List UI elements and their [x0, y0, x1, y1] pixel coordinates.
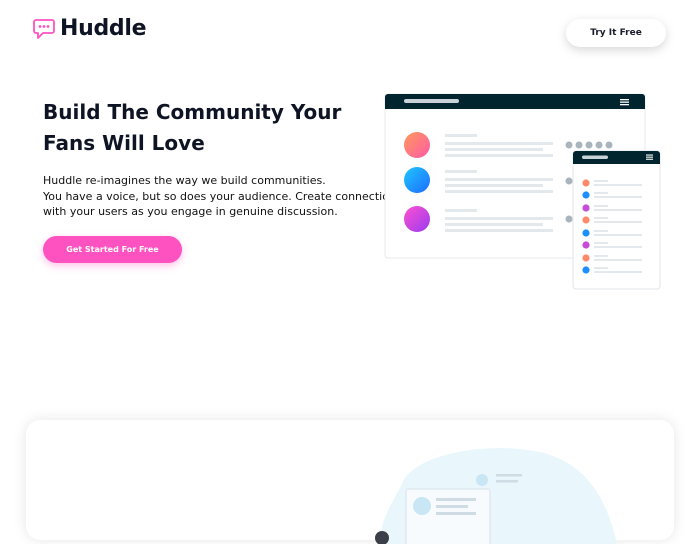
hero-description-line: with your users as you engage in genuine…: [43, 205, 338, 218]
hero-description: Huddle re-imagines the way we build comm…: [43, 173, 402, 220]
feature-illustration: [375, 448, 617, 544]
try-it-free-button[interactable]: Try It Free: [566, 19, 666, 47]
hero-description-line: You have a voice, but so does your audie…: [43, 189, 402, 203]
hero-illustration: [384, 93, 661, 290]
site-header: Huddle Try It Free: [0, 0, 700, 62]
hero-title: Build The Community Your Fans Will Love: [43, 100, 342, 155]
popup-window-mockup: [572, 150, 661, 290]
get-started-button[interactable]: Get Started For Free: [43, 236, 182, 263]
brand-name: Huddle: [60, 16, 147, 41]
hero-description-line: Huddle re-imagines the way we build comm…: [43, 174, 326, 187]
logo[interactable]: Huddle: [32, 16, 147, 41]
feature-card: [26, 420, 674, 544]
chat-bubble-icon: [33, 18, 55, 39]
